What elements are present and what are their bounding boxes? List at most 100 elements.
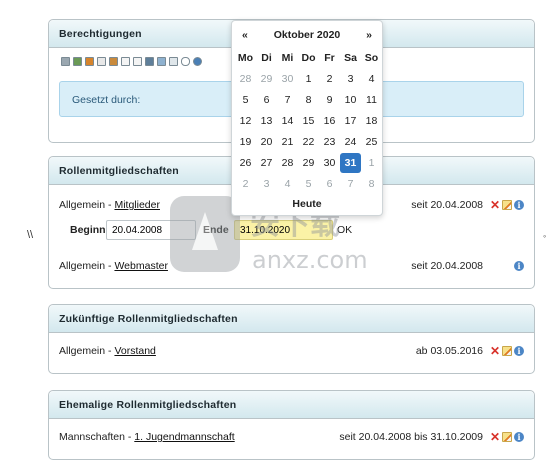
calendar-day[interactable]: 22 bbox=[298, 132, 319, 152]
row-actions: ✕ i bbox=[488, 345, 524, 357]
delete-icon[interactable]: ✕ bbox=[490, 431, 500, 443]
calendar-day[interactable]: 25 bbox=[361, 132, 382, 152]
home-icon[interactable] bbox=[85, 57, 94, 66]
role-category: Allgemein - bbox=[59, 199, 115, 211]
calendar-day[interactable]: 20 bbox=[256, 132, 277, 152]
calendar-day[interactable]: 3 bbox=[340, 69, 361, 89]
end-date-input[interactable] bbox=[234, 220, 333, 240]
calendar-day[interactable]: 1 bbox=[298, 69, 319, 89]
weekday-header: So bbox=[364, 52, 379, 64]
calendar-day[interactable]: 6 bbox=[256, 90, 277, 110]
delete-icon[interactable]: ✕ bbox=[490, 345, 500, 357]
calendar-day[interactable]: 9 bbox=[319, 90, 340, 110]
group-icon[interactable] bbox=[73, 57, 82, 66]
calendar-day[interactable]: 26 bbox=[235, 153, 256, 173]
calendar-day[interactable]: 16 bbox=[319, 111, 340, 131]
info-icon[interactable]: i bbox=[514, 261, 524, 271]
calendar-day[interactable]: 13 bbox=[256, 111, 277, 131]
comment-icon[interactable] bbox=[181, 57, 190, 66]
begin-label: Beginn bbox=[70, 224, 106, 236]
calendar-day[interactable]: 27 bbox=[256, 153, 277, 173]
user-icon[interactable] bbox=[109, 57, 118, 66]
doc-icon[interactable] bbox=[169, 57, 178, 66]
end-label: Ende bbox=[203, 224, 229, 236]
calendar-day[interactable]: 21 bbox=[277, 132, 298, 152]
weekday-header: Di bbox=[261, 52, 272, 64]
role-link[interactable]: Mitglieder bbox=[114, 199, 160, 211]
calendar-day[interactable]: 8 bbox=[361, 174, 382, 194]
ehemalige-panel: Ehemalige Rollenmitgliedschaften Mannsch… bbox=[48, 390, 535, 460]
delete-icon[interactable]: ✕ bbox=[490, 199, 500, 211]
calendar-day[interactable]: 19 bbox=[235, 132, 256, 152]
calendar-day[interactable]: 23 bbox=[319, 132, 340, 152]
begin-date-input[interactable] bbox=[106, 220, 196, 240]
calendar-day[interactable]: 30 bbox=[277, 69, 298, 89]
mail-icon[interactable] bbox=[97, 57, 106, 66]
ok-button[interactable]: OK bbox=[337, 224, 352, 236]
calendar-day[interactable]: 4 bbox=[361, 69, 382, 89]
calendar-day[interactable]: 14 bbox=[277, 111, 298, 131]
calendar-day[interactable]: 28 bbox=[235, 69, 256, 89]
calendar-day[interactable]: 28 bbox=[277, 153, 298, 173]
next-month-button[interactable]: » bbox=[366, 29, 372, 41]
list-icon[interactable] bbox=[121, 57, 130, 66]
row-actions: ✕ i bbox=[488, 199, 524, 211]
edit-icon[interactable] bbox=[502, 200, 512, 210]
role-date: ab 03.05.2016 bbox=[415, 345, 483, 357]
permissions-toolbar bbox=[61, 57, 202, 66]
calendar-day[interactable]: 18 bbox=[361, 111, 382, 131]
calendar-day[interactable]: 3 bbox=[256, 174, 277, 194]
edit-icon[interactable] bbox=[502, 432, 512, 442]
datepicker-header: « Oktober 2020 » bbox=[232, 29, 382, 43]
info-icon[interactable]: i bbox=[514, 346, 524, 356]
calendar-day[interactable]: 6 bbox=[319, 174, 340, 194]
calendar-day[interactable]: 1 bbox=[361, 153, 382, 173]
row-actions: ✕ i bbox=[488, 431, 524, 443]
calendar-day[interactable]: 7 bbox=[277, 90, 298, 110]
calendar-day[interactable]: 31 bbox=[340, 153, 361, 173]
panel-title: Ehemalige Rollenmitgliedschaften bbox=[49, 391, 534, 419]
datepicker: « Oktober 2020 » Mo Di Mi Do Fr Sa So 28 29 30 1 2 3… bbox=[231, 20, 383, 216]
edit-icon[interactable] bbox=[502, 346, 512, 356]
role-category: Allgemein - bbox=[59, 260, 115, 272]
list-item: Allgemein - Webmaster seit 20.04.2008 i bbox=[59, 258, 524, 274]
calendar-day[interactable]: 30 bbox=[319, 153, 340, 173]
calendar-day[interactable]: 10 bbox=[340, 90, 361, 110]
calendar-day[interactable]: 5 bbox=[298, 174, 319, 194]
calendar-day[interactable]: 17 bbox=[340, 111, 361, 131]
link-icon[interactable] bbox=[193, 57, 202, 66]
role-link[interactable]: Webmaster bbox=[114, 260, 168, 272]
info-icon[interactable]: i bbox=[514, 200, 524, 210]
role-entry: Allgemein - Vorstand bbox=[59, 343, 416, 359]
zukuenftige-panel: Zukünftige Rollenmitgliedschaften Allgem… bbox=[48, 304, 535, 374]
calendar-day[interactable]: 8 bbox=[298, 90, 319, 110]
person-icon[interactable] bbox=[61, 57, 70, 66]
image-icon[interactable] bbox=[145, 57, 154, 66]
info-icon[interactable]: i bbox=[514, 432, 524, 442]
list-item: Allgemein - Vorstand ab 03.05.2016 ✕ i bbox=[59, 343, 524, 359]
left-marker: \\ bbox=[27, 229, 34, 241]
calendar-day[interactable]: 29 bbox=[298, 153, 319, 173]
copy-icon[interactable] bbox=[157, 57, 166, 66]
role-link[interactable]: 1. Jugendmannschaft bbox=[134, 431, 234, 443]
calendar-day[interactable]: 7 bbox=[340, 174, 361, 194]
weekday-header: Sa bbox=[344, 52, 357, 64]
calendar-day[interactable]: 24 bbox=[340, 132, 361, 152]
calendar-day[interactable]: 12 bbox=[235, 111, 256, 131]
calendar-day[interactable]: 29 bbox=[256, 69, 277, 89]
weekday-header: Fr bbox=[324, 52, 335, 64]
month-title[interactable]: Oktober 2020 bbox=[232, 29, 382, 41]
calendar-day[interactable]: 5 bbox=[235, 90, 256, 110]
right-marker: ◦ bbox=[543, 231, 547, 241]
table-icon[interactable] bbox=[133, 57, 142, 66]
weekday-header: Do bbox=[301, 52, 316, 64]
calendar-day[interactable]: 4 bbox=[277, 174, 298, 194]
role-entry: Allgemein - Webmaster bbox=[59, 258, 411, 274]
calendar-day[interactable]: 2 bbox=[235, 174, 256, 194]
calendar-day[interactable]: 2 bbox=[319, 69, 340, 89]
calendar-day[interactable]: 15 bbox=[298, 111, 319, 131]
calendar-day[interactable]: 11 bbox=[361, 90, 382, 110]
today-button[interactable]: Heute bbox=[232, 198, 382, 210]
role-link[interactable]: Vorstand bbox=[114, 345, 155, 357]
panel-title: Zukünftige Rollenmitgliedschaften bbox=[49, 305, 534, 333]
